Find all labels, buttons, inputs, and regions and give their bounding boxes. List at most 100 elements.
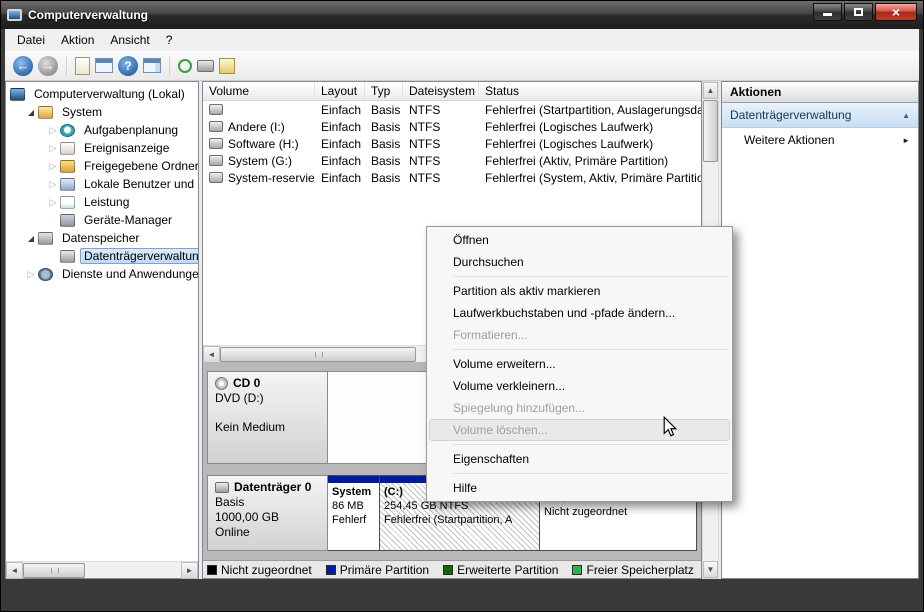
volume-cell: Andere (I:) [203,120,315,134]
hard-disk-icon [215,482,229,493]
tree-expander-icon[interactable]: ▷ [46,143,60,154]
tree-expander-icon[interactable]: ◢ [24,108,38,117]
tree-expander-icon[interactable]: ▷ [46,161,60,172]
minimize-button[interactable] [813,3,842,21]
disk0-card[interactable]: Datenträger 0 Basis 1000,00 GB Online [207,475,328,551]
context-menu-item-volume-erweitern[interactable]: Volume erweitern... [429,353,730,375]
legend-bar: Nicht zugeordnet Primäre Partition Erweite… [203,560,701,578]
volume-dateisystem: NTFS [409,153,441,168]
volume-status: Fehlerfrei (System, Aktiv, Primäre Parti… [485,170,701,185]
tree-item-datenspeicher[interactable]: ◢ Datenspeicher [6,229,198,247]
partition-size: 86 MB [332,500,364,512]
legend-item: Erweiterte Partition [443,563,558,577]
tree-item-ger-te-manager[interactable]: Geräte-Manager [6,211,198,229]
console-tree-panel: Computerverwaltung (Lokal) ◢ System ▷ Aufgab… [5,81,199,579]
export-list-icon[interactable] [75,56,90,75]
tree-item-label: Dienste und Anwendungen [62,267,198,281]
back-icon[interactable]: ← [13,55,33,76]
legend-color-swatch [325,564,336,575]
disk0-type: Basis [215,495,245,509]
tree-expander-icon[interactable]: ▷ [24,269,38,280]
cd-icon [215,377,228,390]
cd-drive-card[interactable]: CD 0 DVD (D:) Kein Medium [207,371,328,464]
shared-folders-icon [60,159,75,173]
tree-item-aufgabenplanung[interactable]: ▷ Aufgabenplanung [6,121,198,139]
tree-item-system[interactable]: ◢ System [6,103,198,121]
partition-system[interactable]: System 86 MB Fehlerf [328,475,380,551]
volume-layout: Einfach [321,102,362,117]
system-tools-icon [38,105,53,119]
tree-expander-icon[interactable]: ◢ [24,234,38,243]
menubar-item-aktion[interactable]: Aktion [53,30,102,50]
scroll-left-icon[interactable]: ◄ [203,345,220,363]
scrollbar-thumb[interactable] [703,100,718,162]
menubar-item-ansicht[interactable]: Ansicht [102,30,157,50]
event-viewer-icon [60,141,75,155]
more-actions-label: Weitere Aktionen [744,133,835,147]
legend-item: Primäre Partition [325,562,430,577]
volume-row[interactable]: System-reserviert Einfach Basis NTFS Fehlerf… [203,169,701,186]
menubar-item-help[interactable]: ? [158,30,181,50]
context-menu-item-eigenschaften[interactable]: Eigenschaften [429,448,730,470]
volume-typ: Basis [371,136,401,151]
cd-media-status: Kein Medium [215,420,286,434]
column-header-status[interactable]: Status [479,82,701,100]
console-tree: Computerverwaltung (Lokal) ◢ System ▷ Aufgab… [6,82,198,561]
console-tree-icon[interactable] [95,58,113,73]
column-header-volume[interactable]: Volume [203,82,315,100]
tree-expander-icon[interactable]: ▷ [46,125,60,136]
tree-item-dienste-und-anwendungen[interactable]: ▷ Dienste und Anwendungen [6,265,198,283]
context-menu-item-hilfe[interactable]: Hilfe [429,477,730,499]
disk0-title: Datenträger 0 [234,480,312,494]
context-menu-item-durchsuchen[interactable]: Durchsuchen [429,251,730,273]
tree-item-ereignisanzeige[interactable]: ▷ Ereignisanzeige [6,139,198,157]
more-actions[interactable]: Weitere Aktionen ► [722,128,918,152]
context-menu-item-laufwerkbuchstaben-und-pfade-ndern[interactable]: Laufwerkbuchstaben und -pfade ändern... [429,302,730,324]
scrollbar-thumb[interactable] [23,562,85,578]
scroll-up-icon[interactable]: ▲ [703,82,718,99]
tree-expander-icon[interactable]: ▷ [46,179,60,190]
actions-group-disk-management[interactable]: Datenträgerverwaltung ▲ [722,103,918,128]
volume-row[interactable]: System (G:) Einfach Basis NTFS Fehlerfrei (A… [203,152,701,169]
tree-item-lokale-benutzer-und-gr[interactable]: ▷ Lokale Benutzer und Gr [6,175,198,193]
column-header-typ[interactable]: Typ [365,82,403,100]
legend-label: Freier Speicherplatz [586,562,694,577]
volume-status: Fehlerfrei (Logisches Laufwerk) [485,136,654,151]
titlebar[interactable]: Computerverwaltung × [1,1,923,29]
tree-item-freigegebene-ordner[interactable]: ▷ Freigegebene Ordner [6,157,198,175]
volume-row[interactable]: Einfach Basis NTFS Fehlerfrei (Startpartiti… [203,101,701,118]
legend-item: Freier Speicherplatz [572,562,694,577]
column-header-dateisystem[interactable]: Dateisystem [403,82,479,100]
forward-icon[interactable]: → [38,55,58,76]
tree-item-computerverwaltung-lokal[interactable]: Computerverwaltung (Lokal) [6,85,198,103]
close-button[interactable]: × [875,3,917,21]
menubar-item-datei[interactable]: Datei [9,30,53,50]
context-menu-item-ffnen[interactable]: Öffnen [429,229,730,251]
context-menu-item-partition-als-aktiv-markieren[interactable]: Partition als aktiv markieren [429,280,730,302]
volume-icon [209,155,223,166]
scroll-down-icon[interactable]: ▼ [703,561,718,578]
scroll-right-icon[interactable]: ► [181,561,198,579]
volume-row[interactable]: Software (H:) Einfach Basis NTFS Fehlerfrei … [203,135,701,152]
context-menu-item-volume-verkleinern[interactable]: Volume verkleinern... [429,375,730,397]
scroll-left-icon[interactable]: ◄ [6,561,23,579]
menu-separator [453,349,728,350]
refresh-icon[interactable] [178,58,192,73]
volume-icon [209,138,223,149]
disk-list-icon[interactable] [197,59,214,72]
volume-row[interactable]: Andere (I:) Einfach Basis NTFS Fehlerfrei (L… [203,118,701,135]
storage-icon [38,231,53,245]
tree-expander-icon[interactable]: ▷ [46,197,60,208]
tree-item-datentr-gerverwaltung[interactable]: Datenträgerverwaltung [6,247,198,265]
collapse-chevron-icon[interactable]: ▲ [902,111,910,120]
toolbar: ← →? [5,51,919,81]
column-header-layout[interactable]: Layout [315,82,365,100]
scrollbar-thumb[interactable] [220,346,416,362]
actions-pane-icon[interactable] [143,58,161,73]
tree-item-leistung[interactable]: ▷ Leistung [6,193,198,211]
legend-label: Primäre Partition [339,562,430,577]
maximize-button[interactable] [844,3,873,21]
properties-icon[interactable] [219,57,235,74]
help-icon[interactable]: ? [118,55,138,76]
tree-horizontal-scrollbar[interactable]: ◄ ► [6,561,198,579]
